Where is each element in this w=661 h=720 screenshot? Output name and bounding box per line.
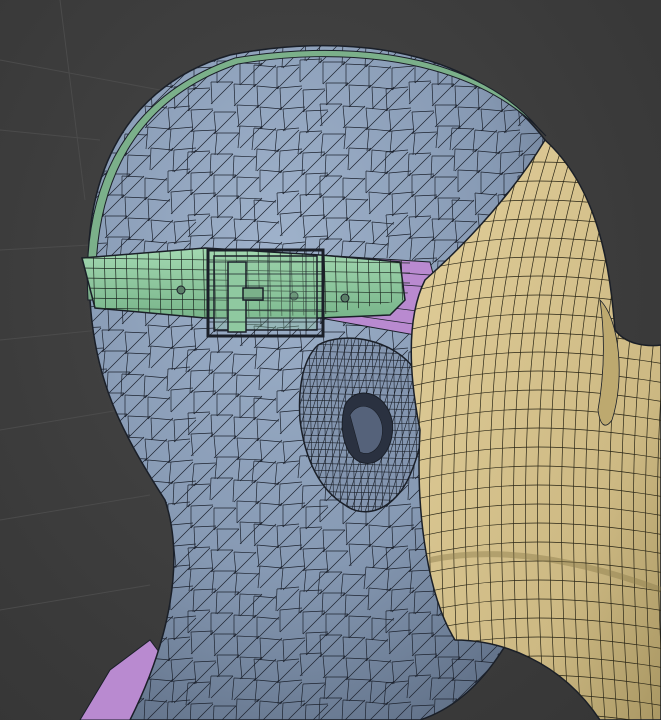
strap-hole: [340, 293, 350, 303]
viewport-canvas: [0, 0, 661, 720]
buckle-mesh[interactable]: [206, 248, 325, 338]
3d-viewport[interactable]: [0, 0, 661, 720]
strap-hole: [176, 285, 186, 295]
